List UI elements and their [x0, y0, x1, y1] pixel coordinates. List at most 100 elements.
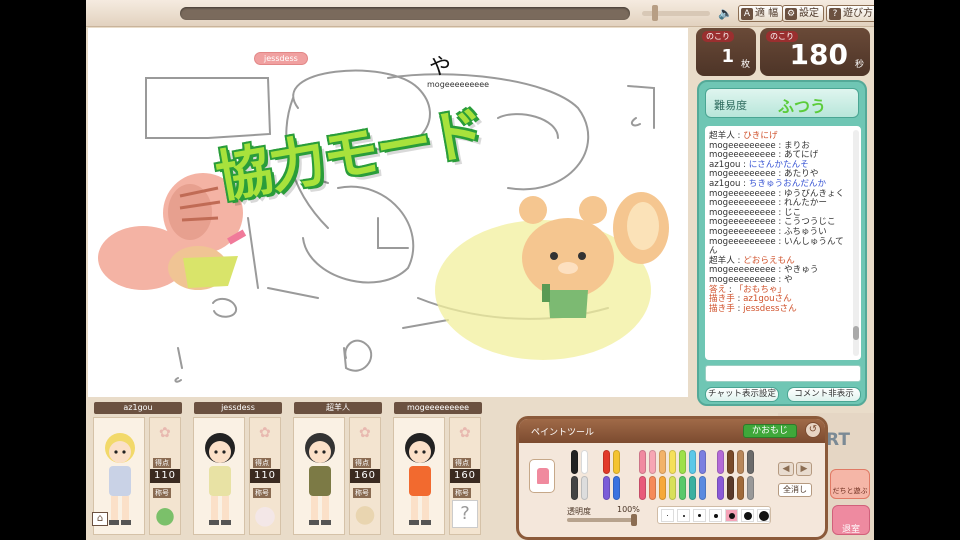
- remaining-time-value: 180: [789, 38, 848, 71]
- color-pen[interactable]: [689, 476, 696, 500]
- color-pen[interactable]: [747, 450, 754, 474]
- chat-message: ちきゅうおんだんか: [748, 178, 827, 189]
- window-size-button[interactable]: A 適 幅: [738, 5, 784, 22]
- brush-size-option[interactable]: [693, 509, 706, 522]
- player-avatar[interactable]: [293, 417, 345, 535]
- color-pen[interactable]: [639, 476, 646, 500]
- gear-icon: ⚙: [785, 7, 797, 20]
- chat-separator: :: [775, 169, 785, 180]
- settings-button[interactable]: ⚙ 設定: [782, 5, 824, 22]
- chat-log[interactable]: 超羊人 : ひきにげ mogeeeeeeeee : まりお mogeeeeeeeee…: [705, 126, 861, 360]
- speaker-icon[interactable]: 🔈: [718, 6, 733, 20]
- eraser-tool[interactable]: [529, 459, 555, 493]
- brush-size-option[interactable]: [757, 509, 770, 522]
- chat-scroll-thumb[interactable]: [853, 326, 859, 340]
- remaining-sheets-unit: 枚: [740, 60, 750, 70]
- chat-panel: 難易度 ふつう 超羊人 : ひきにげ mogeeeeeeeee : まりお moge…: [697, 80, 867, 406]
- color-pen[interactable]: [571, 450, 578, 474]
- color-pen[interactable]: [747, 476, 754, 500]
- player-avatar[interactable]: [193, 417, 245, 535]
- resize-icon: A: [741, 7, 753, 20]
- chat-separator: :: [734, 131, 744, 141]
- chat-separator: :: [775, 236, 785, 247]
- brush-size-option[interactable]: [709, 509, 722, 522]
- color-pen[interactable]: [669, 476, 676, 500]
- chat-author: mogeeeeeeeee: [709, 198, 776, 209]
- color-pen[interactable]: [649, 450, 656, 474]
- chat-author: 描き手: [709, 294, 735, 305]
- chat-separator: :: [734, 303, 744, 314]
- chat-message: れんたかー: [784, 198, 828, 209]
- remaining-time: のこり 180 秒: [760, 28, 870, 76]
- brush-size-option[interactable]: [725, 509, 738, 522]
- prev-arrow-icon[interactable]: ◀: [778, 462, 794, 476]
- color-pen[interactable]: [649, 476, 656, 500]
- player-name: mogeeeeeeeee: [394, 402, 482, 414]
- difficulty-value: ふつう: [778, 97, 827, 116]
- player-slot[interactable]: 超羊人 ✿ 得点 160 称号: [286, 398, 382, 540]
- color-pen[interactable]: [613, 450, 620, 474]
- flower-icon: ✿: [159, 425, 171, 441]
- how-to-play-button[interactable]: ? 遊び方: [826, 5, 874, 22]
- chat-author: mogeeeeeeeee: [709, 150, 776, 161]
- chat-separator: :: [734, 294, 744, 305]
- color-pen[interactable]: [603, 476, 610, 500]
- color-pen[interactable]: [659, 476, 666, 500]
- right-panel: のこり 1 枚 のこり 180 秒 難易度 ふつう 超羊人 : ひきにげ moge…: [696, 28, 874, 413]
- title-badge-icon: [152, 500, 178, 528]
- volume-knob[interactable]: [652, 5, 658, 21]
- color-pen[interactable]: [613, 476, 620, 500]
- brush-size-option[interactable]: [677, 509, 690, 522]
- color-pen[interactable]: [659, 450, 666, 474]
- chat-message: やきゅう: [784, 265, 819, 276]
- comment-hide-button[interactable]: コメント非表示: [787, 387, 861, 402]
- color-pen[interactable]: [669, 450, 676, 474]
- chat-display-settings-button[interactable]: チャット表示設定: [705, 387, 779, 402]
- window-size-label: 適 幅: [755, 8, 779, 19]
- opacity-slider[interactable]: [567, 518, 637, 522]
- color-pen[interactable]: [639, 450, 646, 474]
- title-badge-icon: [352, 500, 378, 528]
- kaomoji-button[interactable]: かおもじ: [743, 424, 797, 438]
- chat-input[interactable]: [705, 365, 861, 382]
- color-pen[interactable]: [699, 450, 706, 474]
- start-button[interactable]: RT: [826, 430, 850, 450]
- title-label: 称号: [253, 488, 271, 498]
- color-pen[interactable]: [737, 450, 744, 474]
- color-pen[interactable]: [603, 450, 610, 474]
- score-label: 得点: [353, 458, 371, 468]
- player-avatar[interactable]: [393, 417, 445, 535]
- home-icon[interactable]: ⌂: [92, 512, 108, 526]
- chat-author: mogeeeeeeeee: [709, 274, 776, 285]
- chat-separator: :: [775, 274, 785, 285]
- color-pen[interactable]: [727, 450, 734, 474]
- color-pen[interactable]: [571, 476, 578, 500]
- chat-author: az1gou: [709, 178, 741, 189]
- color-pen[interactable]: [737, 476, 744, 500]
- color-pen[interactable]: [581, 450, 588, 474]
- color-pen[interactable]: [717, 450, 724, 474]
- brush-size-option[interactable]: [661, 509, 674, 522]
- drawing-canvas[interactable]: jessdess や mogeeeeeeeee 協力モード: [88, 28, 688, 397]
- player-slot[interactable]: jessdess ✿ 得点 110 称号: [186, 398, 282, 540]
- flower-icon: ✿: [359, 425, 371, 441]
- collapse-icon[interactable]: ↺: [805, 422, 821, 438]
- chat-author: 描き手: [709, 303, 735, 314]
- player-slot[interactable]: mogeeeeeeeee ✿ 得点 160 称号?: [386, 398, 482, 540]
- color-pen[interactable]: [699, 476, 706, 500]
- opacity-knob[interactable]: [631, 514, 637, 526]
- color-pen[interactable]: [689, 450, 696, 474]
- chat-scrollbar[interactable]: [853, 130, 859, 356]
- color-pen[interactable]: [581, 476, 588, 500]
- play-with-friends-button[interactable]: だちと遊ぶ: [830, 469, 870, 499]
- color-pen[interactable]: [679, 476, 686, 500]
- next-arrow-icon[interactable]: ▶: [796, 462, 812, 476]
- brush-size-option[interactable]: [741, 509, 754, 522]
- color-pen[interactable]: [727, 476, 734, 500]
- exit-room-button[interactable]: 退室: [832, 505, 870, 535]
- color-pen[interactable]: [679, 450, 686, 474]
- chat-message: あてにげ: [784, 150, 819, 161]
- clear-all-button[interactable]: 全消し: [778, 483, 812, 497]
- color-pen[interactable]: [717, 476, 724, 500]
- chat-message: az1gouさん: [743, 294, 792, 305]
